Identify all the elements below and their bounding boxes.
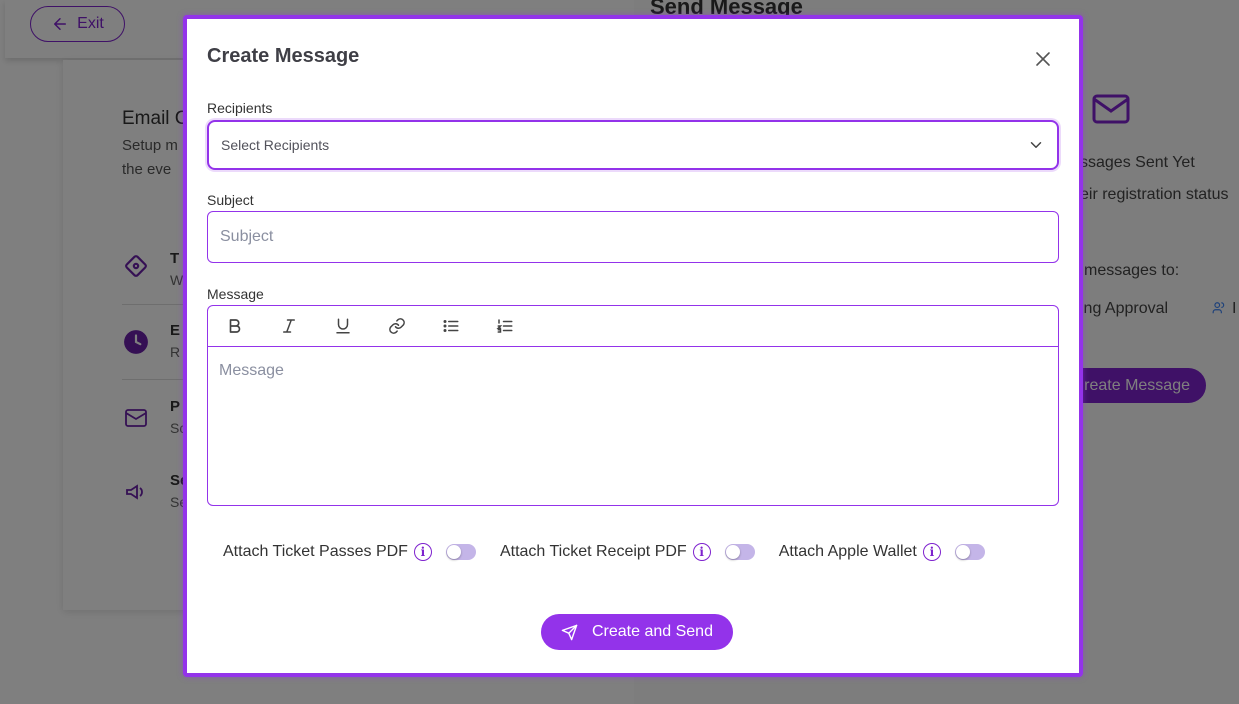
recipients-select[interactable]: Select Recipients <box>207 120 1059 170</box>
send-icon <box>561 624 578 640</box>
underline-button[interactable] <box>330 313 356 339</box>
message-editor <box>207 305 1059 506</box>
editor-toolbar <box>208 306 1058 347</box>
attachment-toggles: Attach Ticket Passes PDF i Attach Ticket… <box>223 543 1009 561</box>
message-label: Message <box>207 286 264 302</box>
link-button[interactable] <box>384 313 410 339</box>
toggle-group-apple-wallet: Attach Apple Wallet i <box>779 543 985 561</box>
apple-wallet-toggle[interactable] <box>954 544 985 560</box>
recipients-label: Recipients <box>207 100 273 116</box>
toggle-group-ticket-receipt: Attach Ticket Receipt PDF i <box>500 543 755 561</box>
close-button[interactable] <box>1031 47 1055 71</box>
bold-icon <box>229 319 241 333</box>
create-message-modal: Create Message Recipients Select Recipie… <box>183 15 1083 677</box>
info-icon[interactable]: i <box>922 543 941 561</box>
numbered-list-button[interactable] <box>492 313 518 339</box>
ticket-passes-toggle[interactable] <box>445 544 476 560</box>
chevron-down-icon <box>1030 142 1042 148</box>
close-icon <box>1036 52 1050 66</box>
subject-input[interactable] <box>207 211 1059 263</box>
toggle-label: Attach Ticket Receipt PDF <box>499 543 687 560</box>
info-icon[interactable]: i <box>413 543 432 561</box>
toggle-label: Attach Apple Wallet <box>778 543 917 560</box>
underline-icon <box>336 318 350 334</box>
italic-icon <box>283 319 295 333</box>
info-icon[interactable]: i <box>692 543 711 561</box>
toggle-group-ticket-passes: Attach Ticket Passes PDF i <box>223 543 476 561</box>
bullet-list-button[interactable] <box>438 313 464 339</box>
toggle-label: Attach Ticket Passes PDF <box>223 543 408 560</box>
create-and-send-button[interactable]: Create and Send <box>541 614 733 650</box>
ticket-receipt-toggle[interactable] <box>724 544 755 560</box>
create-and-send-label: Create and Send <box>592 623 713 640</box>
link-icon <box>389 318 405 334</box>
italic-button[interactable] <box>276 313 302 339</box>
bullet-list-icon <box>443 320 459 332</box>
recipients-placeholder: Select Recipients <box>221 137 330 153</box>
subject-label: Subject <box>207 192 254 208</box>
modal-title: Create Message <box>207 45 360 67</box>
message-textarea[interactable] <box>208 348 1058 505</box>
numbered-list-icon <box>496 319 513 333</box>
bold-button[interactable] <box>222 313 248 339</box>
